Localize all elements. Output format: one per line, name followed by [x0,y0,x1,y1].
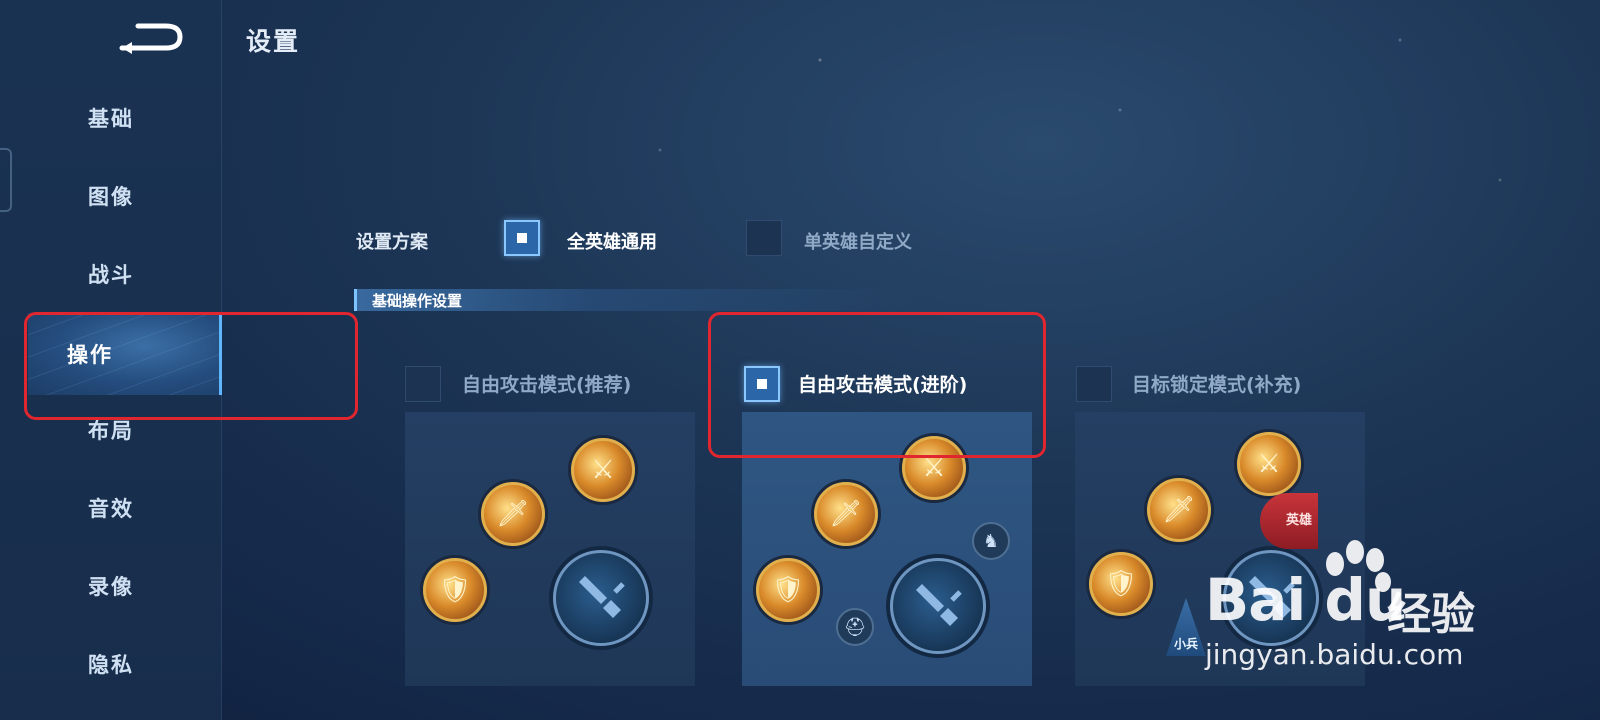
sidebar-item-basic[interactable]: 基础 [0,88,222,148]
scheme-all-heroes-label[interactable]: 全英雄通用 [567,228,657,254]
mode-free-recommended-label[interactable]: 自由攻击模式(推荐) [462,370,631,397]
lock-minion-icon: ⛑ [836,608,874,646]
skill-2-icon: 🗡 [481,482,545,546]
sidebar-item-graphics[interactable]: 图像 [0,166,222,226]
sidebar-item-layout[interactable]: 布局 [0,400,222,460]
mode-free-advanced-label[interactable]: 自由攻击模式(进阶) [798,370,967,397]
skill-1-icon: 🛡 [423,558,487,622]
skill-1-icon: 🛡 [1089,552,1153,616]
skill-2-icon: 🗡 [814,482,878,546]
mode-target-lock-preview[interactable]: ⚔ 🗡 🛡 [1075,412,1365,686]
scheme-single-hero-checkbox[interactable] [746,220,782,256]
skill-3-icon: ⚔ [571,438,635,502]
section-title: 基础操作设置 [372,292,463,310]
hero-target-tag: 英雄 [1260,493,1318,549]
mode-target-lock-checkbox[interactable] [1076,366,1112,402]
mode-free-recommended-checkbox[interactable] [405,366,441,402]
sidebar-item-combat[interactable]: 战斗 [0,244,222,304]
sidebar-item-label: 操作 [67,343,113,367]
attack-button-icon [1223,550,1319,646]
attack-button-icon [890,558,986,654]
sidebar-item-controls[interactable]: 操作 [28,313,222,395]
back-arrow-icon[interactable] [118,20,184,56]
skill-1-icon: 🛡 [756,558,820,622]
watermark-cn: 经验 [1387,589,1475,640]
skill-3-icon: ⚔ [1237,432,1301,496]
sidebar-item-replay[interactable]: 录像 [0,556,222,616]
mode-target-lock-label[interactable]: 目标锁定模式(补充) [1132,370,1301,397]
mode-free-advanced-checkbox[interactable] [744,366,780,402]
sidebar: 基础 图像 战斗 操作 布局 音效 录像 隐私 [0,0,222,720]
lock-hero-icon: ♞ [972,522,1010,560]
hero-tag-label: 英雄 [1285,512,1312,528]
scheme-all-heroes-checkbox[interactable] [504,220,540,256]
scheme-label: 设置方案 [356,232,428,253]
sidebar-item-sound[interactable]: 音效 [0,478,222,538]
mode-free-recommended-preview[interactable]: ⚔ 🗡 🛡 [405,412,695,686]
scheme-single-hero-label[interactable]: 单英雄自定义 [804,228,912,254]
minion-tag-label: 小兵 [1173,637,1198,651]
skill-2-icon: 🗡 [1147,478,1211,542]
attack-button-icon [553,550,649,646]
skill-3-icon: ⚔ [902,436,966,500]
sidebar-item-privacy[interactable]: 隐私 [0,634,222,694]
page-title: 设置 [246,27,301,56]
mode-free-advanced-preview[interactable]: ⚔ 🗡 🛡 ♞ ⛑ [742,412,1032,686]
